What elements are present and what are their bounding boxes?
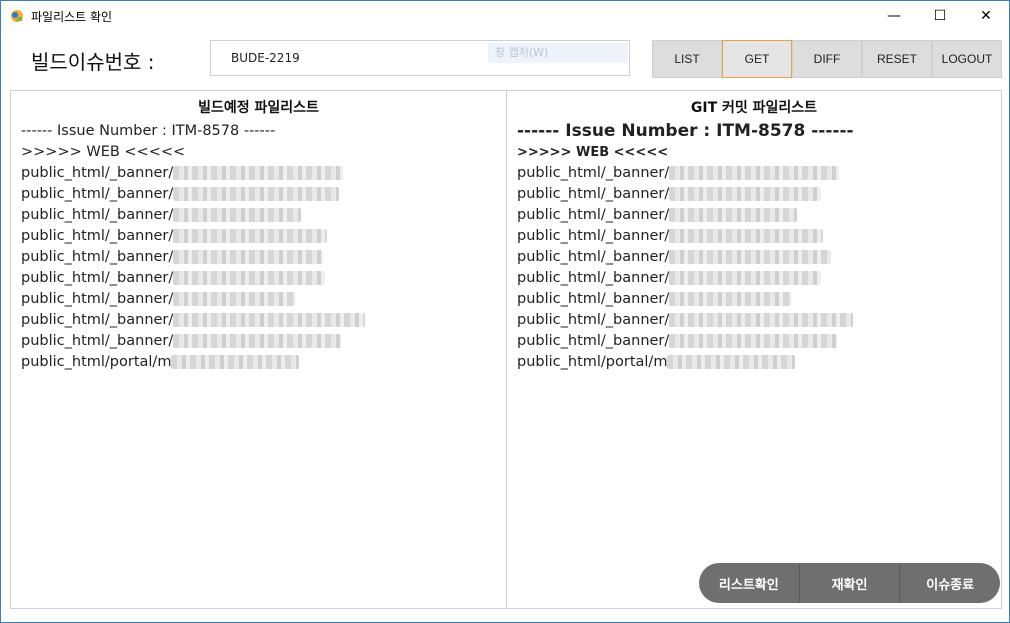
file-path: public_html/_banner/ <box>517 249 670 265</box>
get-button[interactable]: GET <box>722 40 792 78</box>
file-list-item: public_html/_banner/ <box>517 184 854 205</box>
redacted-filename <box>669 187 822 201</box>
diff-button[interactable]: DIFF <box>792 40 862 78</box>
capture-tooltip-text: 창 캡처(W) <box>495 46 549 59</box>
reset-button[interactable]: RESET <box>862 40 932 78</box>
file-path: public_html/_banner/ <box>517 207 670 223</box>
file-list-item: public_html/_banner/ <box>21 310 366 331</box>
redacted-filename <box>173 229 328 243</box>
redacted-filename <box>669 229 824 243</box>
file-list-item: public_html/_banner/ <box>21 331 365 352</box>
file-list-item: public_html/_banner/ <box>517 289 854 310</box>
redacted-filename <box>173 292 296 306</box>
redacted-filename <box>173 334 342 348</box>
file-list-item: public_html/_banner/ <box>21 289 365 310</box>
file-path: public_html/_banner/ <box>21 228 174 244</box>
title-bar: 파일리스트 확인 — ☐ ✕ <box>1 1 1009 31</box>
file-list-item: public_html/_banner/ <box>21 184 365 205</box>
file-path: public_html/_banner/ <box>517 312 670 328</box>
file-path: public_html/_banner/ <box>517 228 670 244</box>
redacted-filename <box>173 187 340 201</box>
file-list-item: public_html/_banner/ <box>21 247 365 268</box>
window-title: 파일리스트 확인 <box>31 10 113 24</box>
redacted-filename <box>171 355 300 369</box>
minimize-button[interactable]: — <box>871 1 917 31</box>
file-path: public_html/_banner/ <box>21 249 174 265</box>
redacted-filename <box>173 166 344 180</box>
file-list-item: public_html/_banner/ <box>517 331 854 352</box>
build-issue-label: 빌드이슈번호 : <box>31 50 155 74</box>
redacted-filename <box>669 334 838 348</box>
file-path: public_html/_banner/ <box>21 165 174 181</box>
planned-file-list-title: 빌드예정 파일리스트 <box>198 100 319 116</box>
file-path: public_html/_banner/ <box>517 186 670 202</box>
issue-header: ------ Issue Number : ITM-8578 ------ <box>21 123 276 139</box>
planned-file-list: ------ Issue Number : ITM-8578 ------ >>… <box>21 121 366 373</box>
git-commit-file-list-title: GIT 커밋 파일리스트 <box>690 100 818 116</box>
file-list-item: public_html/_banner/ <box>517 226 854 247</box>
file-path: public_html/_banner/ <box>21 186 174 202</box>
app-window: 파일리스트 확인 — ☐ ✕ 빌드이슈번호 : BUDE-2219 창 캡처(W… <box>0 0 1010 623</box>
file-list-item: public_html/_banner/ <box>517 247 854 268</box>
file-path: public_html/_banner/ <box>21 291 174 307</box>
git-commit-file-list: ------ Issue Number : ITM-8578 ------ >>… <box>517 121 854 373</box>
file-path: public_html/_banner/ <box>517 333 670 349</box>
file-list-item: public_html/_banner/ <box>21 226 365 247</box>
file-path: public_html/_banner/ <box>517 165 670 181</box>
redacted-filename <box>173 313 366 327</box>
toolbar: LIST GET DIFF RESET LOGOUT <box>652 40 1002 78</box>
file-list-item: public_html/portal/m <box>21 352 365 373</box>
redacted-filename <box>669 208 798 222</box>
close-issue-button[interactable]: 이슈종료 <box>900 563 1000 603</box>
section-header: >>>>> WEB <<<<< <box>517 145 669 160</box>
redacted-filename <box>669 166 840 180</box>
redacted-filename <box>667 355 796 369</box>
file-list-item: public_html/_banner/ <box>517 163 854 184</box>
redacted-filename <box>669 292 792 306</box>
file-path: public_html/_banner/ <box>21 270 174 286</box>
action-button-group: 리스트확인 재확인 이슈종료 <box>699 563 1000 603</box>
planned-file-list-panel[interactable]: 빌드예정 파일리스트 ------ Issue Number : ITM-857… <box>10 90 507 609</box>
file-list-item: public_html/_banner/ <box>21 205 365 226</box>
logout-button[interactable]: LOGOUT <box>932 40 1002 78</box>
redacted-filename <box>173 271 326 285</box>
redacted-filename <box>669 271 822 285</box>
file-path: public_html/_banner/ <box>21 207 174 223</box>
redacted-filename <box>669 313 854 327</box>
section-header: >>>>> WEB <<<<< <box>21 144 186 160</box>
recheck-button[interactable]: 재확인 <box>800 563 901 603</box>
file-list-item: public_html/_banner/ <box>21 163 365 184</box>
list-button[interactable]: LIST <box>652 40 722 78</box>
file-list-item: public_html/portal/m <box>517 352 854 373</box>
file-list-item: public_html/_banner/ <box>517 205 854 226</box>
file-path: public_html/portal/m <box>21 354 172 370</box>
file-list-item: public_html/_banner/ <box>517 310 854 331</box>
capture-tooltip: 창 캡처(W) <box>488 43 628 63</box>
file-path: public_html/portal/m <box>517 354 668 370</box>
redacted-filename <box>173 208 302 222</box>
git-commit-file-list-panel[interactable]: GIT 커밋 파일리스트 ------ Issue Number : ITM-8… <box>506 90 1002 609</box>
file-path: public_html/_banner/ <box>21 312 174 328</box>
file-path: public_html/_banner/ <box>21 333 174 349</box>
maximize-button[interactable]: ☐ <box>917 1 963 31</box>
close-button[interactable]: ✕ <box>963 1 1009 31</box>
file-list-item: public_html/_banner/ <box>21 268 365 289</box>
file-path: public_html/_banner/ <box>517 270 670 286</box>
file-path: public_html/_banner/ <box>517 291 670 307</box>
check-list-button[interactable]: 리스트확인 <box>699 563 800 603</box>
app-icon <box>11 10 23 22</box>
issue-header: ------ Issue Number : ITM-8578 ------ <box>517 121 854 141</box>
file-list-item: public_html/_banner/ <box>517 268 854 289</box>
redacted-filename <box>173 250 324 264</box>
redacted-filename <box>669 250 832 264</box>
